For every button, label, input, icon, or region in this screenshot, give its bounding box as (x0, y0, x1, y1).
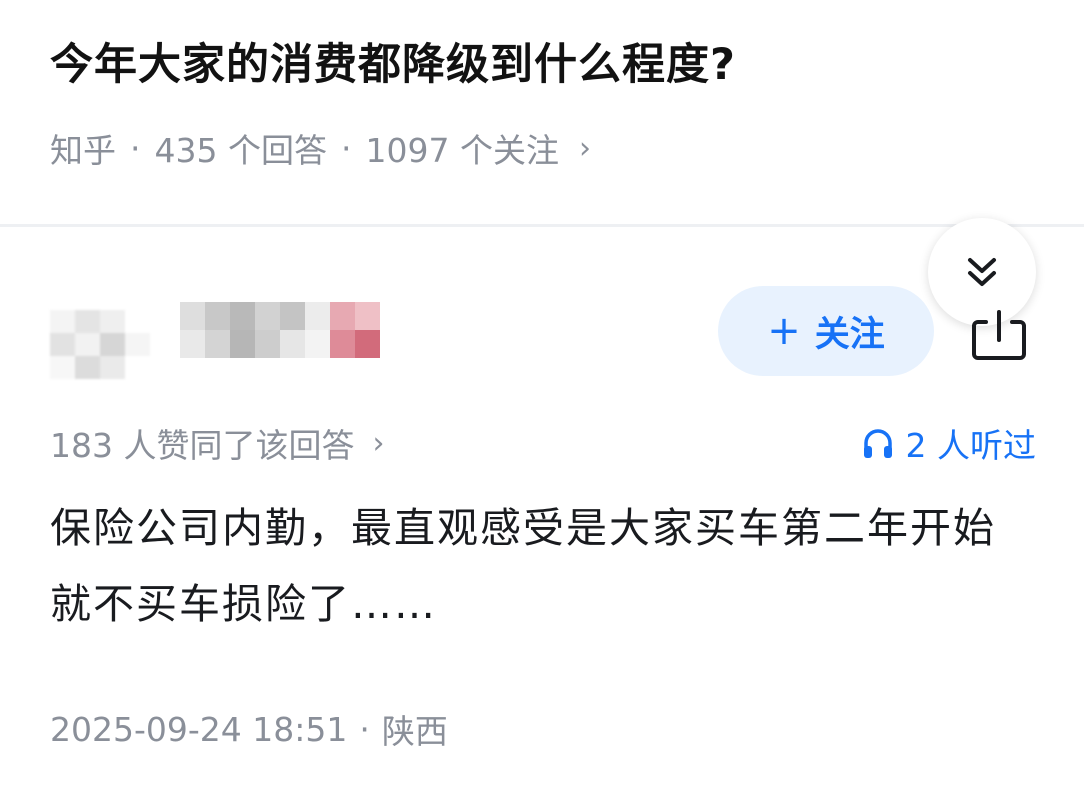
question-meta[interactable]: 知乎 · 435 个回答 · 1097 个关注 › (50, 124, 591, 172)
listen-count-text: 2 人听过 (905, 426, 1037, 465)
plus-icon: + (767, 308, 801, 354)
listen-count[interactable]: 2 人听过 (860, 418, 1037, 468)
question-title[interactable]: 今年大家的消费都降级到什么程度? (50, 30, 736, 100)
headphones-icon (863, 429, 892, 458)
vote-count-text: 183 人赞同了该回答 (50, 426, 355, 465)
answer-meta: 2025-09-24 18:51 · 陕西 (50, 702, 448, 756)
author-avatar[interactable] (50, 310, 150, 380)
follow-button[interactable]: + 关注 (718, 286, 934, 376)
vote-count[interactable]: 183 人赞同了该回答 › (50, 418, 384, 468)
chevron-right-icon: › (372, 425, 385, 461)
share-icon[interactable] (968, 308, 1030, 364)
answer-location: 陕西 (381, 712, 448, 751)
question-source: 知乎 (50, 131, 116, 170)
answer-body[interactable]: 保险公司内勤，最直观感受是大家买车第二年开始就不买车损险了…… (50, 490, 1035, 642)
follow-label: 关注 (814, 314, 885, 355)
followers-count: 1097 个关注 (365, 131, 559, 170)
double-chevron-down-icon (968, 258, 996, 286)
section-divider (0, 224, 1084, 227)
meta-separator: · (359, 709, 370, 749)
chevron-right-icon: › (578, 130, 591, 166)
answer-date: 2025-09-24 18:51 (50, 709, 348, 749)
meta-separator: · (130, 128, 141, 168)
author-name[interactable] (180, 302, 380, 358)
meta-separator: · (340, 128, 352, 168)
answers-count: 435 个回答 (154, 131, 327, 170)
